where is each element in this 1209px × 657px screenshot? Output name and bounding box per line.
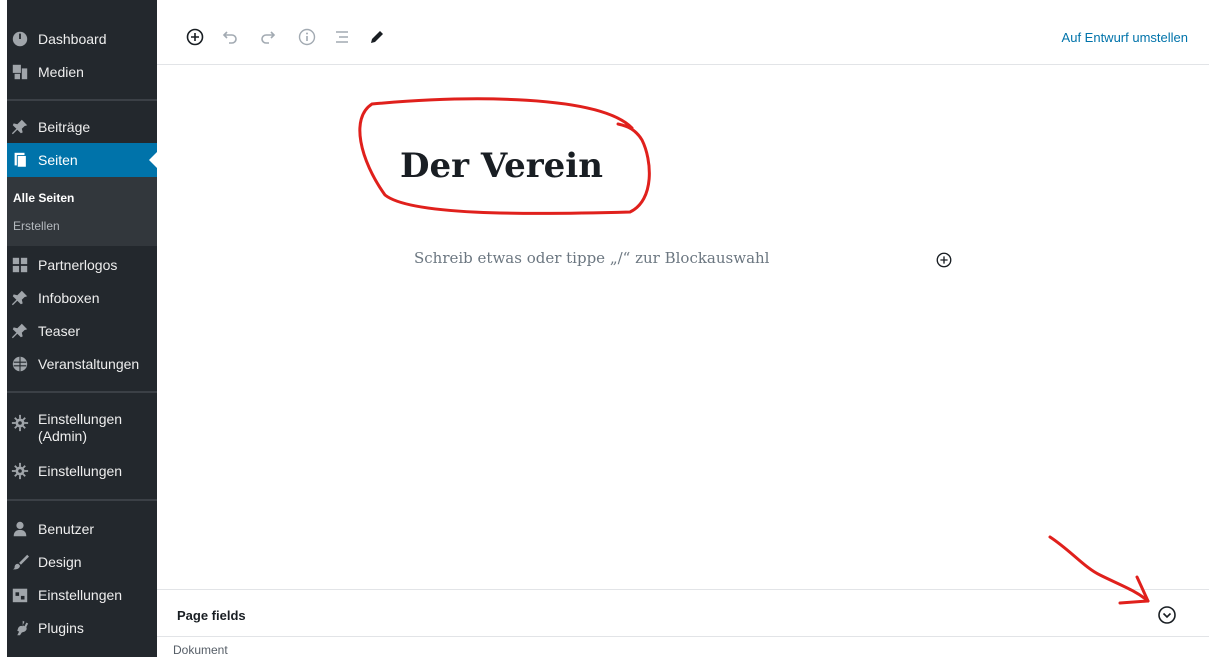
sidebar-item-partnerlogos[interactable]: Partnerlogos <box>7 248 157 282</box>
sidebar-item-label: Design <box>38 553 82 570</box>
switch-to-draft-link[interactable]: Auf Entwurf umstellen <box>1062 30 1188 45</box>
sidebar-item-media[interactable]: Medien <box>7 55 157 89</box>
block-editor-screen: Dashboard Medien Beiträge Seiten Alle Se… <box>0 0 1209 657</box>
default-block-appender[interactable]: Schreib etwas oder tippe „/“ zur Blockau… <box>414 249 769 267</box>
sidebar-item-plugins[interactable]: Plugins <box>7 611 157 645</box>
chevron-down-icon[interactable] <box>1157 605 1177 625</box>
pin-icon <box>10 288 30 308</box>
dashboard-icon <box>10 29 30 49</box>
sidebar-item-label: Benutzer <box>38 520 95 537</box>
user-icon <box>10 519 30 539</box>
sidebar-item-label: Veranstaltungen <box>38 355 140 372</box>
submenu-item-add-new[interactable]: Erstellen <box>13 219 60 233</box>
sidebar-item-einstellungen[interactable]: Einstellungen <box>7 454 157 488</box>
breadcrumb: Dokument <box>173 643 228 657</box>
pages-submenu: Alle Seiten Erstellen <box>7 177 157 246</box>
sidebar-item-design[interactable]: Design <box>7 545 157 579</box>
media-icon <box>10 62 30 82</box>
active-indicator <box>149 152 157 168</box>
sidebar-item-label: Infoboxen <box>38 289 100 306</box>
settings-calendar-icon <box>10 585 30 605</box>
gear-icon <box>10 461 30 481</box>
sidebar-item-benutzer[interactable]: Benutzer <box>7 512 157 546</box>
sidebar-item-label: Einstellungen (Admin) <box>38 411 123 444</box>
editor-toolbar: Auf Entwurf umstellen <box>157 0 1209 65</box>
globe-icon <box>10 354 30 374</box>
undo-icon[interactable] <box>219 26 241 48</box>
menu-separator <box>7 99 157 101</box>
edit-icon[interactable] <box>366 26 388 48</box>
sidebar-item-label: Einstellungen <box>38 462 123 479</box>
grid-icon <box>10 255 30 275</box>
sidebar-item-einstellungen-admin[interactable]: Einstellungen (Admin) <box>7 411 157 451</box>
sidebar-item-label: Partnerlogos <box>38 256 118 273</box>
add-block-icon[interactable] <box>184 26 206 48</box>
block-inserter-icon[interactable] <box>935 251 953 269</box>
admin-sidebar: Dashboard Medien Beiträge Seiten Alle Se… <box>0 0 157 657</box>
menu-separator <box>7 499 157 501</box>
sidebar-item-label: Teaser <box>38 322 81 339</box>
menu-separator <box>7 391 157 393</box>
sidebar-item-label: Plugins <box>38 619 84 636</box>
page-fields-panel: Page fields <box>157 589 1209 637</box>
page-fields-title: Page fields <box>177 608 246 623</box>
redo-icon[interactable] <box>257 26 279 48</box>
sidebar-item-einstellungen-2[interactable]: Einstellungen <box>7 578 157 612</box>
admin-menu: Dashboard Medien Beiträge Seiten Alle Se… <box>7 0 157 657</box>
submenu-item-all-pages[interactable]: Alle Seiten <box>13 191 74 205</box>
sidebar-item-posts[interactable]: Beiträge <box>7 110 157 144</box>
info-icon[interactable] <box>296 26 318 48</box>
plug-icon <box>10 618 30 638</box>
outline-icon[interactable] <box>331 26 353 48</box>
brush-icon <box>10 552 30 572</box>
sidebar-item-label: Seiten <box>38 151 78 168</box>
sidebar-item-teaser[interactable]: Teaser <box>7 314 157 348</box>
sidebar-item-veranstaltungen[interactable]: Veranstaltungen <box>7 347 157 381</box>
pages-icon <box>10 150 30 170</box>
sidebar-item-label: Medien <box>38 63 84 80</box>
pin-icon <box>10 321 30 341</box>
post-title-block[interactable]: Der Verein <box>400 146 603 186</box>
sidebar-item-dashboard[interactable]: Dashboard <box>7 22 157 56</box>
sidebar-item-label: Beiträge <box>38 118 91 135</box>
sidebar-item-label: Einstellungen <box>38 586 123 603</box>
sidebar-item-infoboxen[interactable]: Infoboxen <box>7 281 157 315</box>
gear-icon <box>10 413 30 433</box>
post-title[interactable]: Der Verein <box>400 146 603 186</box>
sidebar-item-pages[interactable]: Seiten <box>7 143 157 177</box>
pin-icon <box>10 117 30 137</box>
sidebar-item-label: Dashboard <box>38 30 107 47</box>
red-annotation-overlay <box>358 97 1150 605</box>
